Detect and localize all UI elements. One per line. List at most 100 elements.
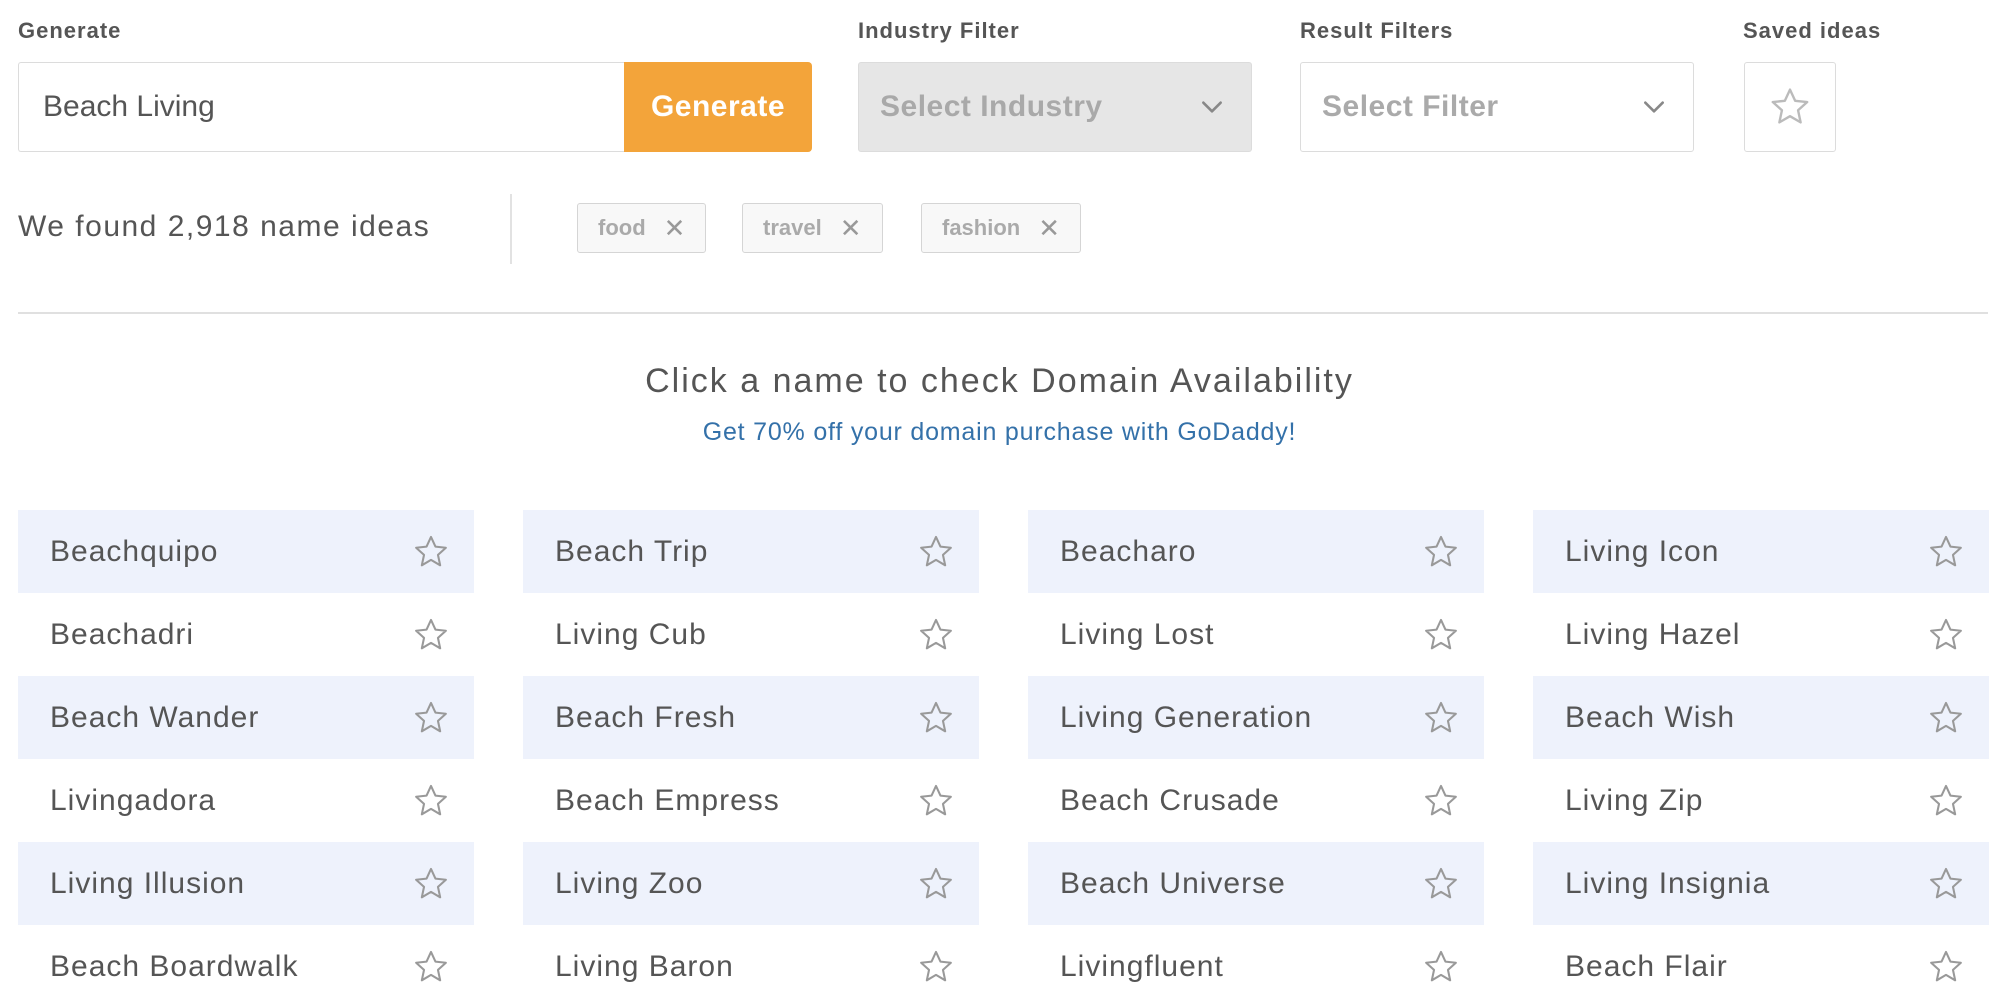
- name-idea-item[interactable]: Living Icon: [1533, 510, 1989, 593]
- name-idea-label: Beach Flair: [1565, 949, 1728, 983]
- star-outline-icon[interactable]: [1422, 782, 1460, 820]
- generate-label: Generate: [18, 18, 122, 43]
- close-icon[interactable]: ✕: [840, 215, 862, 241]
- star-outline-icon[interactable]: [1927, 865, 1965, 903]
- star-outline-icon[interactable]: [917, 699, 955, 737]
- name-idea-label: Beach Wish: [1565, 700, 1736, 734]
- keyword-input-value: Beach Living: [43, 90, 215, 123]
- name-idea-item[interactable]: Living Baron: [523, 925, 979, 1008]
- name-idea-item[interactable]: Beach Trip: [523, 510, 979, 593]
- star-outline-icon[interactable]: [1927, 782, 1965, 820]
- chevron-down-icon: [1644, 101, 1664, 113]
- name-idea-label: Beachquipo: [50, 534, 219, 568]
- close-icon[interactable]: ✕: [664, 215, 686, 241]
- name-idea-label: Beach Universe: [1060, 866, 1286, 900]
- result-filters-label: Result Filters: [1300, 18, 1454, 43]
- name-idea-item[interactable]: Living Illusion: [18, 842, 474, 925]
- star-outline-icon[interactable]: [1422, 699, 1460, 737]
- name-idea-label: Living Lost: [1060, 617, 1215, 651]
- name-idea-label: Beach Trip: [555, 534, 709, 568]
- filter-tag-label: fashion: [942, 215, 1021, 240]
- name-idea-label: Beach Boardwalk: [50, 949, 299, 983]
- section-divider: [18, 312, 1988, 314]
- name-idea-item[interactable]: Beachadri: [18, 593, 474, 676]
- name-idea-item[interactable]: Living Cub: [523, 593, 979, 676]
- star-outline-icon[interactable]: [917, 865, 955, 903]
- filter-tag-food: food ✕: [577, 203, 707, 253]
- star-outline-icon[interactable]: [1422, 865, 1460, 903]
- name-idea-item[interactable]: Beach Wander: [18, 676, 474, 759]
- chevron-down-icon: [1202, 101, 1222, 113]
- name-idea-label: Livingfluent: [1060, 949, 1224, 983]
- name-idea-item[interactable]: Beach Empress: [523, 759, 979, 842]
- name-idea-label: Living Icon: [1565, 534, 1720, 568]
- star-outline-icon[interactable]: [1927, 533, 1965, 571]
- star-outline-icon[interactable]: [917, 948, 955, 986]
- star-outline-icon[interactable]: [412, 699, 450, 737]
- name-idea-item[interactable]: Living Zoo: [523, 842, 979, 925]
- name-idea-label: Beachadri: [50, 617, 195, 651]
- name-idea-item[interactable]: Living Insignia: [1533, 842, 1989, 925]
- star-outline-icon[interactable]: [1927, 616, 1965, 654]
- name-idea-item[interactable]: Beach Fresh: [523, 676, 979, 759]
- close-icon[interactable]: ✕: [1038, 215, 1060, 241]
- divider: [510, 194, 512, 264]
- name-idea-item[interactable]: Beach Flair: [1533, 925, 1989, 1008]
- generate-button[interactable]: Generate: [624, 62, 812, 152]
- star-outline-icon[interactable]: [917, 782, 955, 820]
- saved-ideas-label: Saved ideas: [1743, 18, 1882, 43]
- star-outline-icon[interactable]: [412, 948, 450, 986]
- godaddy-promo-link[interactable]: Get 70% off your domain purchase with Go…: [0, 418, 1999, 447]
- star-outline-icon[interactable]: [412, 865, 450, 903]
- name-idea-label: Living Zoo: [555, 866, 704, 900]
- name-idea-label: Beach Fresh: [555, 700, 737, 734]
- saved-ideas-button[interactable]: [1744, 62, 1836, 152]
- name-idea-item[interactable]: Living Hazel: [1533, 593, 1989, 676]
- name-idea-item[interactable]: Living Generation: [1028, 676, 1484, 759]
- industry-select-placeholder: Select Industry: [880, 90, 1103, 123]
- name-idea-item[interactable]: Livingadora: [18, 759, 474, 842]
- name-idea-label: Living Insignia: [1565, 866, 1771, 900]
- star-outline-icon[interactable]: [1422, 948, 1460, 986]
- star-outline-icon[interactable]: [1927, 699, 1965, 737]
- name-idea-label: Living Baron: [555, 949, 734, 983]
- filter-tag-label: food: [598, 215, 646, 240]
- name-idea-item[interactable]: Beachquipo: [18, 510, 474, 593]
- star-outline-icon[interactable]: [412, 616, 450, 654]
- keyword-input[interactable]: Beach Living: [18, 62, 626, 152]
- result-filter-placeholder: Select Filter: [1322, 90, 1499, 123]
- name-idea-label: Beach Wander: [50, 700, 260, 734]
- name-idea-item[interactable]: Beach Wish: [1533, 676, 1989, 759]
- name-idea-item[interactable]: Living Zip: [1533, 759, 1989, 842]
- name-idea-item[interactable]: Beach Universe: [1028, 842, 1484, 925]
- star-outline-icon[interactable]: [1927, 948, 1965, 986]
- star-outline-icon[interactable]: [412, 782, 450, 820]
- name-idea-label: Livingadora: [50, 783, 217, 817]
- star-outline-icon[interactable]: [917, 533, 955, 571]
- star-outline-icon[interactable]: [412, 533, 450, 571]
- name-idea-label: Living Generation: [1060, 700, 1313, 734]
- name-idea-item[interactable]: Living Lost: [1028, 593, 1484, 676]
- star-outline-icon[interactable]: [917, 616, 955, 654]
- filter-tag-label: travel: [763, 215, 822, 240]
- industry-filter-label: Industry Filter: [858, 18, 1020, 43]
- industry-select[interactable]: Select Industry: [858, 62, 1252, 152]
- name-idea-label: Living Illusion: [50, 866, 246, 900]
- star-outline-icon[interactable]: [1422, 616, 1460, 654]
- star-outline-icon: [1771, 88, 1809, 124]
- filter-tag-travel: travel ✕: [742, 203, 883, 253]
- filter-tag-fashion: fashion ✕: [921, 203, 1082, 253]
- name-idea-item[interactable]: Beach Boardwalk: [18, 925, 474, 1008]
- domain-cta-title: Click a name to check Domain Availabilit…: [645, 362, 1354, 400]
- results-count: We found 2,918 name ideas: [18, 210, 431, 243]
- name-idea-item[interactable]: Beach Crusade: [1028, 759, 1484, 842]
- name-idea-label: Living Zip: [1565, 783, 1704, 817]
- name-idea-label: Beach Empress: [555, 783, 780, 817]
- name-idea-label: Living Hazel: [1565, 617, 1741, 651]
- name-idea-item[interactable]: Beacharo: [1028, 510, 1484, 593]
- star-outline-icon[interactable]: [1422, 533, 1460, 571]
- result-filter-select[interactable]: Select Filter: [1300, 62, 1694, 152]
- name-idea-label: Living Cub: [555, 617, 707, 651]
- name-idea-label: Beach Crusade: [1060, 783, 1280, 817]
- name-idea-item[interactable]: Livingfluent: [1028, 925, 1484, 1008]
